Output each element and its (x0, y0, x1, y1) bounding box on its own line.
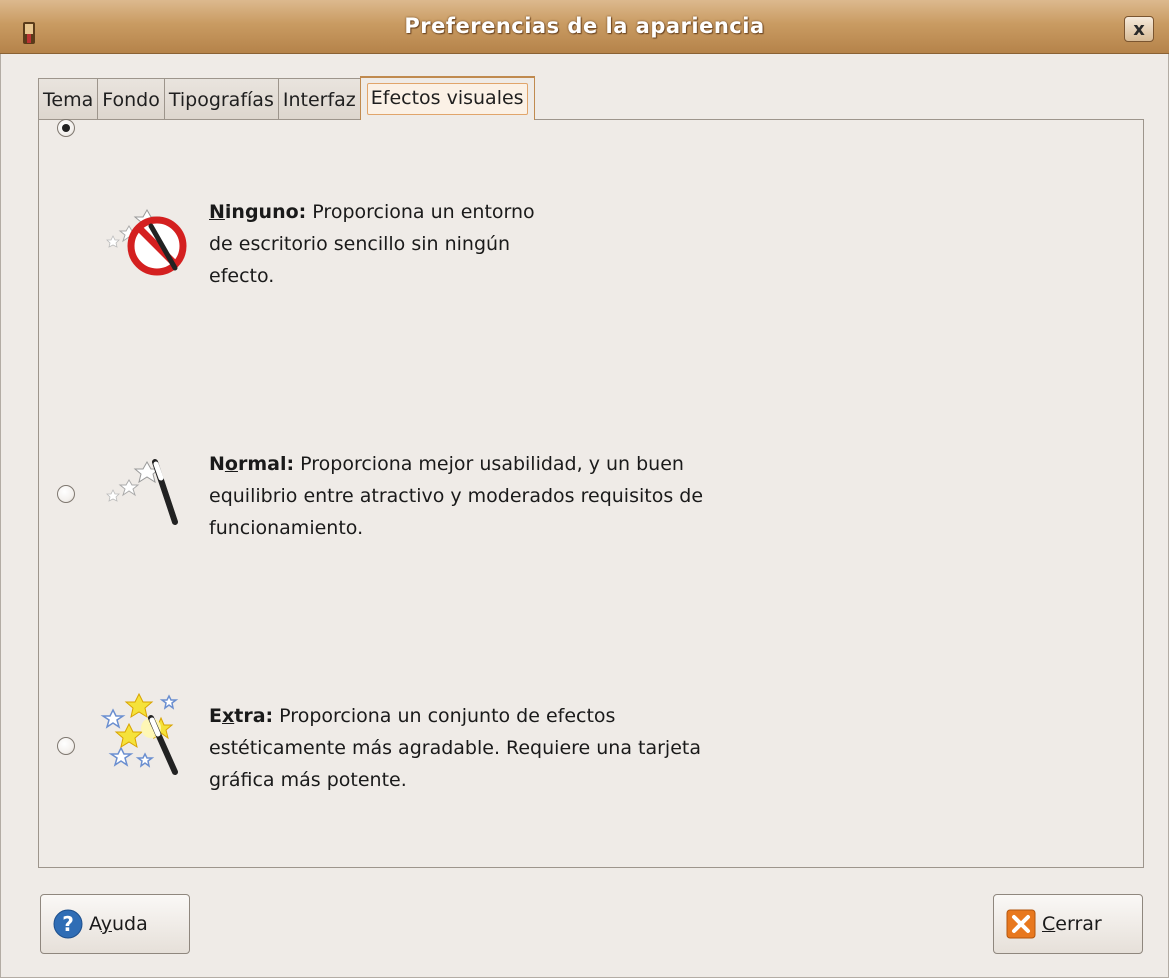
title-part: rmal: (237, 453, 295, 475)
title-bar: Preferencias de la apariencia x (0, 0, 1169, 54)
tab-label: Interfaz (282, 88, 356, 111)
tab-efectos-visuales[interactable]: Efectos visuales (359, 76, 535, 120)
window-close-button[interactable]: x (1124, 16, 1154, 42)
tab-label: Efectos visuales (366, 83, 528, 115)
option-ninguno-text[interactable]: Ninguno: Proporciona un entorno de escri… (209, 196, 535, 292)
description-line: de escritorio sencillo sin ningún (209, 233, 511, 255)
wand-extra-icon (100, 692, 179, 775)
mnemonic: o (224, 453, 238, 475)
wand-normal-icon (106, 459, 178, 525)
mnemonic: y (100, 913, 112, 935)
description-line: equilibrio entre atractivo y moderados r… (209, 485, 704, 507)
description-line: efecto. (209, 265, 275, 287)
description-line: gráfica más potente. (209, 769, 407, 791)
label-part: A (89, 913, 101, 935)
option-normal-title: Normal: (209, 453, 294, 475)
title-part: E (209, 705, 222, 727)
option-extra-text[interactable]: Extra: Proporciona un conjunto de efecto… (209, 700, 701, 796)
option-ninguno: Ninguno: Proporciona un entorno de escri… (39, 119, 1143, 306)
wand-disabled-icon (106, 208, 187, 276)
tab-label: Tema (43, 88, 94, 111)
description-line: Proporciona mejor usabilidad, y un buen (300, 453, 684, 475)
mnemonic: C (1042, 913, 1056, 935)
help-icon: ? (53, 909, 83, 939)
label-part: uda (111, 913, 148, 935)
option-extra-title: Extra: (209, 705, 273, 727)
effects-panel: Ninguno: Proporciona un entorno de escri… (38, 119, 1144, 868)
title-part: inguno: (224, 201, 307, 223)
radio-extra[interactable] (57, 737, 75, 755)
help-button[interactable]: ? Ayuda (40, 894, 190, 954)
title-part: tra: (234, 705, 274, 727)
description-line: funcionamiento. (209, 517, 364, 539)
option-normal-text[interactable]: Normal: Proporciona mejor usabilidad, y … (209, 448, 703, 544)
description-line: Proporciona un entorno (312, 201, 535, 223)
mnemonic: N (209, 201, 225, 223)
mnemonic: x (221, 705, 235, 727)
svg-text:?: ? (62, 912, 74, 936)
close-x-icon: x (1133, 18, 1145, 40)
option-normal: Normal: Proporciona mejor usabilidad, y … (39, 448, 1143, 558)
tab-fondo[interactable]: Fondo (97, 78, 165, 120)
title-part: N (209, 453, 225, 475)
tab-interfaz[interactable]: Interfaz (277, 78, 361, 120)
radio-normal[interactable] (57, 485, 75, 503)
tab-label: Tipografías (168, 88, 274, 111)
tab-label: Fondo (102, 88, 160, 111)
help-button-label: Ayuda (89, 913, 148, 935)
window-title: Preferencias de la apariencia (404, 14, 765, 38)
description-line: Proporciona un conjunto de efectos (279, 705, 616, 727)
close-button[interactable]: Cerrar (993, 894, 1143, 954)
label-part: errar (1055, 913, 1102, 935)
radio-ninguno[interactable] (57, 119, 75, 137)
tab-tema[interactable]: Tema (38, 78, 99, 120)
close-icon (1006, 909, 1036, 939)
description-line: estéticamente más agradable. Requiere un… (209, 737, 701, 759)
tab-tipografias[interactable]: Tipografías (163, 78, 279, 120)
option-ninguno-title: Ninguno: (209, 201, 306, 223)
tab-bar: Tema Fondo Tipografías Interfaz Efectos … (38, 76, 535, 120)
close-button-label: Cerrar (1042, 913, 1102, 935)
option-extra: Extra: Proporciona un conjunto de efecto… (39, 692, 1143, 810)
